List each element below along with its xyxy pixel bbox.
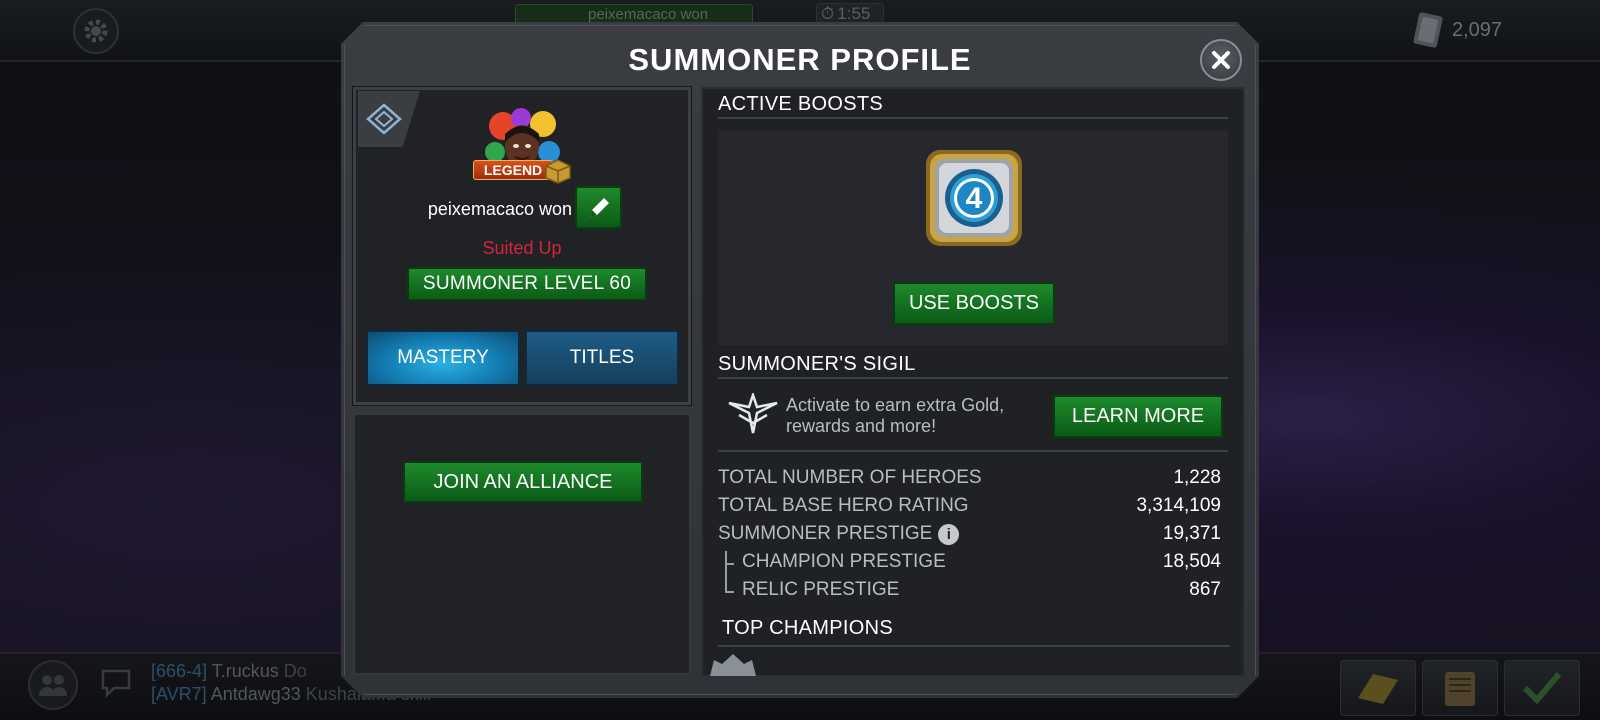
sigil-icon <box>727 391 779 444</box>
stat-row-relic-prestige: RELIC PRESTIGE 867 <box>718 579 1221 605</box>
stat-value: 3,314,109 <box>1136 495 1221 516</box>
stat-label: SUMMONER PRESTIGE <box>718 523 933 544</box>
divider <box>718 645 1230 647</box>
divider <box>718 377 1228 379</box>
use-boosts-button[interactable]: USE BOOSTS <box>893 282 1055 325</box>
stat-label: TOTAL NUMBER OF HEROES <box>718 467 982 488</box>
stat-value: 19,371 <box>1162 523 1221 544</box>
edit-name-button[interactable] <box>575 186 622 229</box>
info-icon[interactable]: i <box>938 523 960 545</box>
username: peixemacaco won <box>427 199 572 219</box>
summoner-rank-icon <box>366 103 402 135</box>
tab-mastery[interactable]: MASTERY <box>366 330 520 386</box>
join-alliance-button[interactable]: JOIN AN ALLIANCE <box>403 461 643 503</box>
stat-row-champion-prestige: CHAMPION PRESTIGE 18,504 <box>718 551 1221 577</box>
stat-row-total-heroes: TOTAL NUMBER OF HEROES 1,228 <box>718 467 1221 493</box>
stat-label: CHAMPION PRESTIGE <box>742 551 946 572</box>
tab-titles[interactable]: TITLES <box>525 330 679 386</box>
alliance-card <box>353 413 691 675</box>
top-champions-header: TOP CHAMPIONS <box>722 617 893 639</box>
stat-value: 867 <box>1189 579 1221 600</box>
cube-icon <box>544 158 572 189</box>
summoner-level-button[interactable]: SUMMONER LEVEL 60 <box>407 267 647 301</box>
fantastic-four-boost-icon[interactable]: 4 <box>922 146 1026 250</box>
stat-label: RELIC PRESTIGE <box>742 579 900 600</box>
divider <box>718 117 1228 119</box>
stat-row-base-hero-rating: TOTAL BASE HERO RATING 3,314,109 <box>718 495 1221 521</box>
stat-row-summoner-prestige: SUMMONER PRESTIGE i 19,371 <box>718 523 1221 549</box>
close-button[interactable] <box>1200 39 1242 81</box>
champion-portrait[interactable] <box>708 652 758 676</box>
active-boosts-header: ACTIVE BOOSTS <box>718 93 884 115</box>
status-text: Suited Up <box>482 238 562 258</box>
divider <box>718 450 1228 452</box>
summoners-sigil-header: SUMMONER'S SIGIL <box>718 353 916 375</box>
svg-text:4: 4 <box>966 182 983 215</box>
stat-label: TOTAL BASE HERO RATING <box>718 495 969 516</box>
legend-badge: LEGEND <box>473 160 553 180</box>
close-icon <box>1212 51 1230 69</box>
stat-value: 1,228 <box>1173 467 1221 488</box>
modal-title: SUMMONER PROFILE <box>628 42 972 77</box>
learn-more-button[interactable]: LEARN MORE <box>1053 395 1223 438</box>
sigil-description: Activate to earn extra Gold, rewards and… <box>786 395 1005 436</box>
stat-value: 18,504 <box>1162 551 1221 572</box>
pencil-icon <box>589 197 609 217</box>
